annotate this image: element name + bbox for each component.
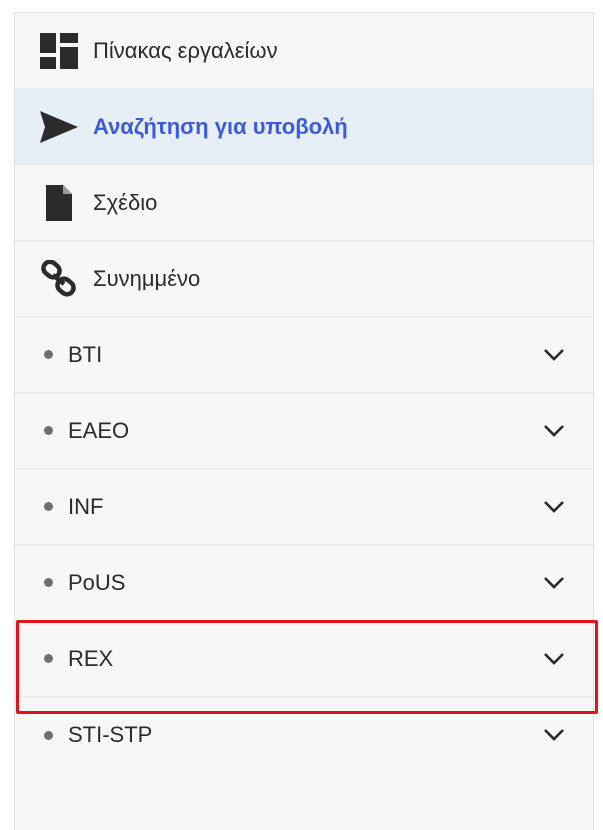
- menu-group-label: BTI: [68, 341, 103, 367]
- chevron-down-icon[interactable]: [543, 728, 565, 742]
- menu-group-sti-stp[interactable]: STI-STP: [15, 697, 593, 773]
- menu-group-label: INF: [68, 493, 104, 519]
- menu-item-attachment[interactable]: Συνημμένο: [15, 241, 593, 317]
- bullet-icon: [44, 730, 53, 740]
- document-icon: [39, 183, 79, 223]
- chevron-down-icon[interactable]: [543, 348, 565, 362]
- menu-item-label: Σχέδιο: [93, 189, 158, 215]
- menu-item-label: Πίνακας εργαλείων: [93, 37, 278, 63]
- menu-group-label: STI-STP: [68, 722, 153, 747]
- bullet-icon: [44, 502, 53, 511]
- bullet-icon: [44, 350, 53, 359]
- bullet-icon: [44, 654, 53, 663]
- menu-item-label: Αναζήτηση για υποβολή: [93, 113, 348, 139]
- menu-group-label: REX: [68, 645, 114, 671]
- menu-item-search-submission[interactable]: Αναζήτηση για υποβολή: [15, 89, 593, 165]
- chevron-down-icon[interactable]: [543, 652, 565, 666]
- dashboard-icon: [39, 31, 79, 71]
- menu-item-dashboard[interactable]: Πίνακας εργαλείων: [15, 13, 593, 89]
- send-icon: [39, 107, 79, 147]
- chevron-down-icon[interactable]: [543, 500, 565, 514]
- chevron-down-icon[interactable]: [543, 576, 565, 590]
- menu-group-bti[interactable]: BTI: [15, 317, 593, 393]
- menu-group-label: PoUS: [68, 569, 126, 595]
- menu-group-pous[interactable]: PoUS: [15, 545, 593, 621]
- bullet-icon: [44, 426, 53, 435]
- chevron-down-icon[interactable]: [543, 424, 565, 438]
- sidebar-menu: Πίνακας εργαλείων Αναζήτηση για υποβολή …: [14, 12, 598, 830]
- link-icon: [39, 259, 79, 299]
- bullet-icon: [44, 578, 53, 587]
- menu-group-rex[interactable]: REX: [15, 621, 593, 697]
- menu-item-label: Συνημμένο: [93, 265, 201, 291]
- menu-group-inf[interactable]: INF: [15, 469, 593, 545]
- menu-group-eaeo[interactable]: EAEO: [15, 393, 593, 469]
- menu-group-label: EAEO: [68, 417, 130, 443]
- menu-item-draft[interactable]: Σχέδιο: [15, 165, 593, 241]
